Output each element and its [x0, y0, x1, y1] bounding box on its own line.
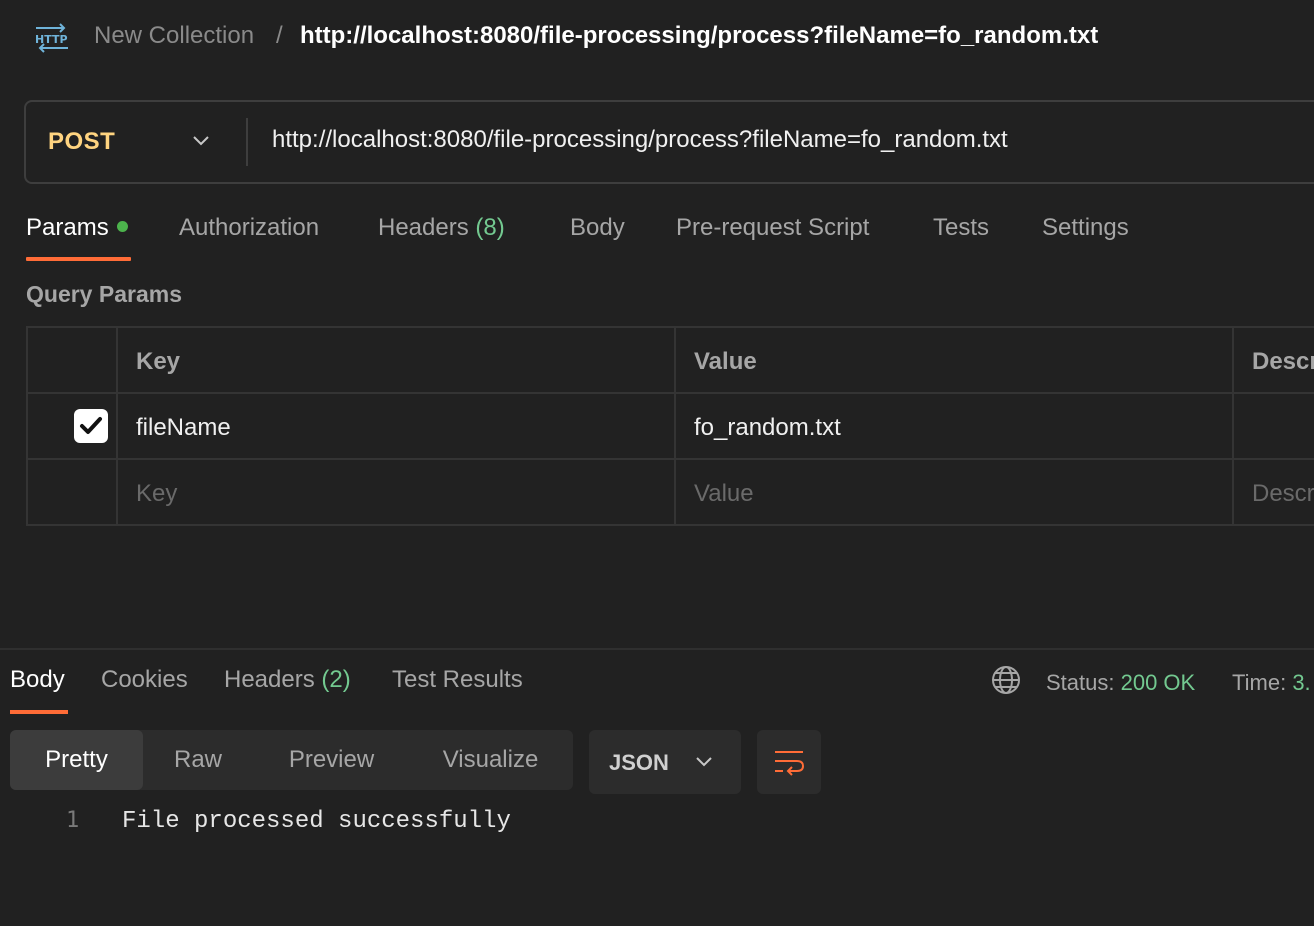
header-description-cell: Descr [1234, 328, 1314, 392]
svg-text:HTTP: HTTP [35, 33, 68, 46]
tab-authorization[interactable]: Authorization [179, 214, 319, 242]
method-selector[interactable]: POST [48, 128, 115, 156]
response-tabs: Body Cookies Headers (2) Test Results St… [0, 662, 1314, 716]
breadcrumb-request-name[interactable]: http://localhost:8080/file-processing/pr… [300, 22, 1098, 50]
http-icon: HTTP [34, 22, 70, 54]
new-value-input[interactable]: Value [676, 460, 1234, 524]
chevron-down-icon[interactable] [190, 130, 212, 152]
globe-icon[interactable] [990, 664, 1022, 696]
param-description-cell[interactable] [1234, 394, 1314, 458]
time-label: Time: [1232, 670, 1287, 695]
header-description: Descr [1252, 348, 1314, 375]
table-row-new: Key Value Descr [28, 460, 1314, 526]
checkmark-icon [80, 417, 102, 434]
tab-settings[interactable]: Settings [1042, 214, 1129, 242]
breadcrumb-separator: / [276, 22, 283, 49]
tab-headers[interactable]: Headers (8) [378, 214, 505, 242]
response-tab-test-results[interactable]: Test Results [392, 666, 523, 694]
new-value-placeholder: Value [694, 480, 754, 507]
line-content[interactable]: File processed successfully [122, 808, 511, 835]
request-editor: HTTP New Collection / http://localhost:8… [0, 0, 1314, 926]
response-status: Status: 200 OK [1046, 670, 1195, 696]
row-checkbox-cell [28, 394, 118, 458]
tab-params[interactable]: Params [26, 214, 128, 242]
view-mode-raw[interactable]: Raw [143, 730, 253, 790]
param-key: fileName [136, 414, 231, 441]
param-value: fo_random.txt [694, 414, 841, 441]
tab-tests[interactable]: Tests [933, 214, 989, 242]
text-wrap-icon [775, 751, 805, 776]
view-mode-selector: Pretty Raw Preview Visualize [10, 730, 573, 790]
view-mode-pretty[interactable]: Pretty [10, 730, 143, 790]
response-tab-cookies[interactable]: Cookies [101, 666, 188, 694]
header-key: Key [136, 348, 181, 375]
wrap-lines-button[interactable] [757, 730, 821, 794]
active-tab-underline [26, 257, 131, 261]
response-tab-headers-label: Headers [224, 666, 315, 693]
new-row-checkbox-cell [28, 460, 118, 524]
new-key-input[interactable]: Key [118, 460, 676, 524]
view-mode-visualize[interactable]: Visualize [410, 730, 571, 790]
response-active-underline [10, 710, 68, 714]
format-label: JSON [609, 750, 669, 775]
tab-params-label: Params [26, 214, 109, 241]
breadcrumb-collection[interactable]: New Collection [94, 22, 254, 50]
breadcrumb: HTTP New Collection / http://localhost:8… [0, 0, 1314, 76]
query-params-table: Key Value Descr fileName fo_random.txt K… [26, 326, 1314, 526]
status-label: Status: [1046, 670, 1115, 695]
param-value-cell[interactable]: fo_random.txt [676, 394, 1234, 458]
tab-headers-count: (8) [475, 214, 505, 241]
response-tab-body[interactable]: Body [10, 666, 65, 694]
response-body-line: 1 File processed successfully [0, 806, 1314, 840]
table-header-row: Key Value Descr [28, 328, 1314, 394]
header-value-cell: Value [676, 328, 1234, 392]
response-time: Time: 3. [1232, 670, 1311, 696]
status-value[interactable]: 200 OK [1121, 670, 1196, 695]
format-dropdown[interactable]: JSON [589, 730, 741, 794]
tab-headers-label: Headers [378, 214, 469, 241]
tab-body[interactable]: Body [570, 214, 625, 242]
header-checkbox-cell [28, 328, 118, 392]
chevron-down-icon [693, 751, 715, 773]
url-divider [246, 118, 248, 166]
param-enabled-checkbox[interactable] [74, 409, 108, 443]
line-number: 1 [66, 808, 80, 833]
response-tab-headers[interactable]: Headers (2) [224, 666, 351, 694]
new-key-placeholder: Key [136, 480, 178, 507]
header-key-cell: Key [118, 328, 676, 392]
url-bar: POST http://localhost:8080/file-processi… [24, 100, 1314, 184]
new-description-input[interactable]: Descr [1234, 460, 1314, 524]
time-value[interactable]: 3. [1292, 670, 1310, 695]
header-value: Value [694, 348, 757, 375]
view-mode-preview[interactable]: Preview [253, 730, 410, 790]
new-description-placeholder: Descr [1252, 480, 1314, 507]
tab-pre-request-script[interactable]: Pre-request Script [676, 214, 869, 242]
response-tab-headers-count: (2) [321, 666, 351, 693]
query-params-title: Query Params [26, 281, 182, 307]
request-tabs: Params Authorization Headers (8) Body Pr… [0, 206, 1314, 266]
table-row: fileName fo_random.txt [28, 394, 1314, 460]
params-active-indicator [116, 221, 128, 233]
url-input[interactable]: http://localhost:8080/file-processing/pr… [272, 126, 1008, 154]
response-divider[interactable] [0, 648, 1314, 650]
param-key-cell[interactable]: fileName [118, 394, 676, 458]
